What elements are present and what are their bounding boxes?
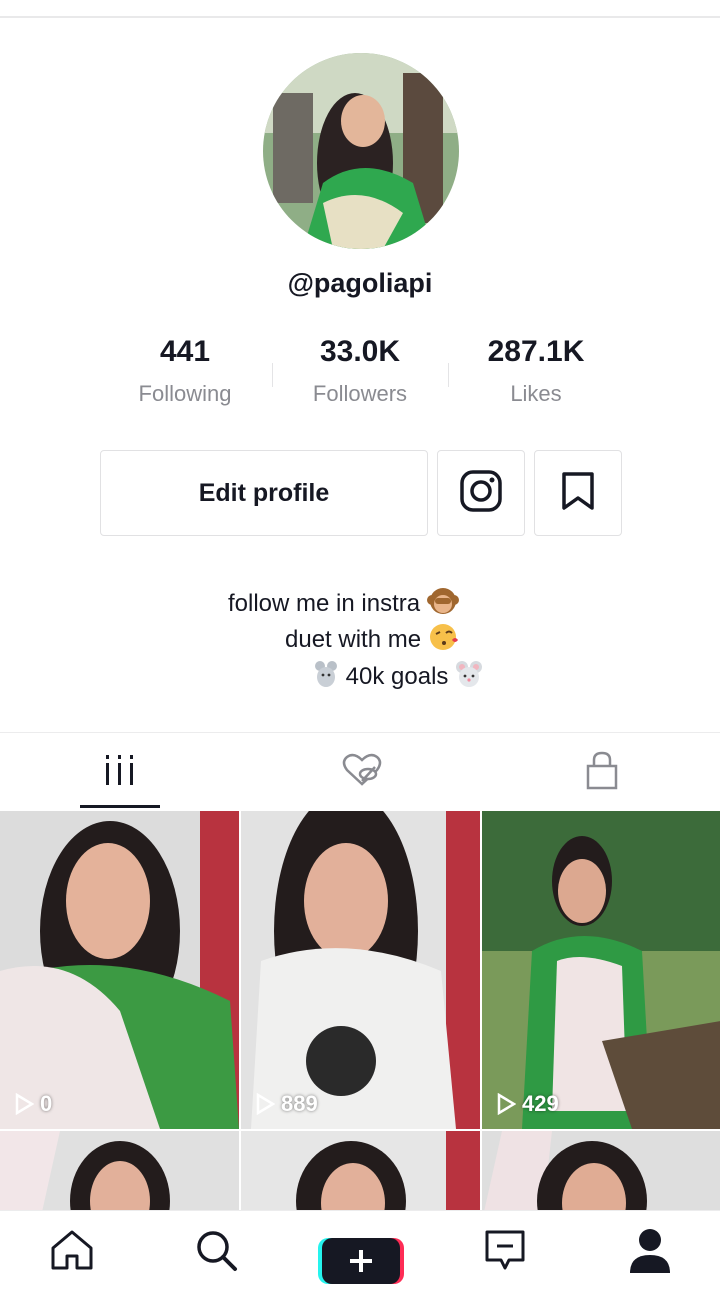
bio-text: 40k goals bbox=[345, 662, 449, 690]
bio-line-3: 40k goals bbox=[313, 659, 483, 696]
video-grid: 0 889 429 bbox=[0, 811, 720, 1211]
edit-profile-button[interactable]: Edit profile bbox=[100, 450, 428, 536]
bio-text: duet with me bbox=[285, 625, 422, 653]
video-thumbnail[interactable]: 889 bbox=[241, 811, 480, 1129]
favorites-button[interactable] bbox=[534, 450, 622, 536]
create-button[interactable] bbox=[318, 1238, 404, 1284]
play-icon bbox=[15, 1093, 34, 1115]
instagram-button[interactable] bbox=[437, 450, 525, 536]
username: @pagoliapi bbox=[287, 268, 433, 298]
stat-following[interactable]: 441 Following bbox=[95, 335, 275, 407]
tab-liked[interactable] bbox=[332, 748, 392, 796]
tabs-divider bbox=[0, 732, 720, 733]
video-thumbnail[interactable] bbox=[0, 1131, 239, 1211]
liked-icon bbox=[341, 752, 383, 793]
nav-discover[interactable] bbox=[190, 1226, 242, 1278]
mouse-face-emoji-icon bbox=[455, 659, 483, 696]
followers-label: Followers bbox=[312, 381, 408, 406]
view-count-text: 889 bbox=[281, 1091, 318, 1116]
view-count-text: 429 bbox=[522, 1091, 559, 1116]
view-count: 0 bbox=[14, 1091, 52, 1117]
video-thumbnail[interactable]: 0 bbox=[0, 811, 239, 1129]
nav-inbox[interactable] bbox=[479, 1226, 531, 1278]
tab-videos[interactable] bbox=[90, 748, 150, 796]
bio-text: follow me in instra bbox=[228, 589, 421, 617]
play-icon bbox=[256, 1093, 275, 1115]
instagram-icon bbox=[459, 469, 503, 518]
view-count: 429 bbox=[496, 1091, 559, 1117]
mouse-emoji-icon bbox=[313, 659, 339, 696]
nav-profile[interactable] bbox=[624, 1226, 676, 1278]
likes-count: 287.1K bbox=[487, 335, 585, 368]
kiss-emoji-icon bbox=[428, 622, 460, 659]
home-icon bbox=[49, 1228, 95, 1277]
avatar[interactable] bbox=[263, 53, 459, 249]
play-icon bbox=[497, 1093, 516, 1115]
profile-icon bbox=[628, 1227, 672, 1278]
tab-private[interactable] bbox=[572, 748, 632, 796]
lock-icon bbox=[585, 750, 619, 795]
view-count: 889 bbox=[255, 1091, 318, 1117]
video-thumbnail[interactable] bbox=[482, 1131, 720, 1211]
top-divider bbox=[0, 16, 720, 18]
monkey-emoji-icon bbox=[426, 586, 459, 623]
view-count-text: 0 bbox=[40, 1091, 53, 1116]
bio-line-2: duet with me bbox=[285, 622, 460, 659]
active-tab-indicator bbox=[80, 805, 160, 808]
nav-home[interactable] bbox=[46, 1226, 98, 1278]
stat-likes[interactable]: 287.1K Likes bbox=[446, 335, 626, 407]
likes-label: Likes bbox=[510, 381, 562, 406]
following-count: 441 bbox=[159, 335, 211, 368]
video-thumbnail[interactable]: 429 bbox=[482, 811, 720, 1129]
stat-followers[interactable]: 33.0K Followers bbox=[270, 335, 450, 407]
grid-icon bbox=[104, 753, 136, 792]
video-thumbnail[interactable] bbox=[241, 1131, 480, 1211]
following-label: Following bbox=[138, 381, 232, 406]
bookmark-icon bbox=[561, 471, 595, 516]
bio-line-1: follow me in instra bbox=[228, 586, 459, 623]
search-icon bbox=[194, 1228, 238, 1277]
inbox-icon bbox=[483, 1228, 527, 1277]
followers-count: 33.0K bbox=[319, 335, 401, 368]
